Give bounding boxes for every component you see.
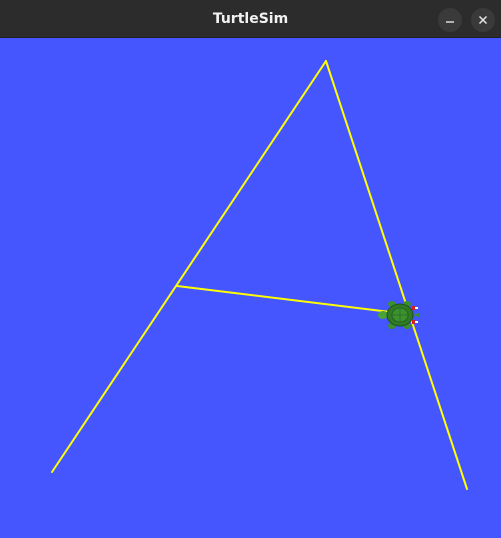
close-button[interactable] [471, 8, 495, 32]
window-title: TurtleSim [212, 11, 289, 27]
close-icon [478, 15, 488, 25]
minimize-icon [446, 21, 454, 23]
turtlesim-window: TurtleSim [0, 0, 501, 538]
turtle-canvas [0, 38, 501, 538]
title-bar[interactable]: TurtleSim [0, 0, 501, 38]
canvas-background [0, 38, 501, 538]
minimize-button[interactable] [438, 8, 462, 32]
